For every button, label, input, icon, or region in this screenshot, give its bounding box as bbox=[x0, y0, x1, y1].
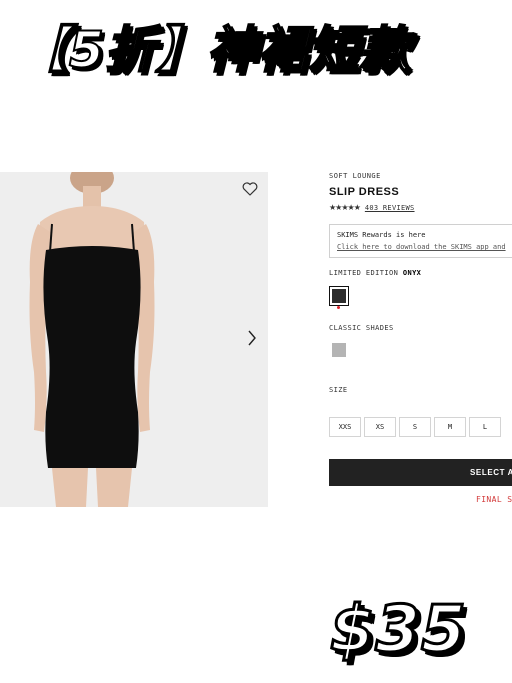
size-button-s[interactable]: S bbox=[399, 417, 431, 437]
size-options: XXS XS S M L bbox=[329, 417, 504, 437]
swatch-onyx[interactable] bbox=[329, 286, 349, 306]
collection-label[interactable]: SOFT LOUNGE bbox=[329, 172, 381, 180]
size-button-xxs[interactable]: XXS bbox=[329, 417, 361, 437]
selected-indicator-dot bbox=[337, 306, 340, 309]
swatch-onyx-fill bbox=[332, 289, 346, 303]
heart-icon[interactable] bbox=[242, 182, 258, 196]
rewards-banner[interactable]: SKIMS Rewards is here Click here to down… bbox=[329, 224, 512, 258]
rating: ★★★★★ 403 REVIEWS bbox=[329, 203, 415, 212]
select-size-button[interactable]: SELECT A bbox=[329, 459, 512, 486]
product-title: SLIP DRESS bbox=[329, 186, 400, 198]
star-rating-icon: ★★★★★ bbox=[329, 203, 361, 212]
model-figure bbox=[29, 172, 155, 507]
swatch-classic-grey[interactable] bbox=[332, 343, 346, 357]
size-button-m[interactable]: M bbox=[434, 417, 466, 437]
selected-color-name: ONYX bbox=[402, 269, 422, 277]
classic-shades-label: CLASSIC SHADES bbox=[329, 324, 394, 332]
product-image[interactable] bbox=[0, 172, 268, 507]
limited-edition-label: LIMITED EDITION ONYX bbox=[329, 269, 421, 277]
product-info-panel: SOFT LOUNGE SLIP DRESS ★★★★★ 403 REVIEWS… bbox=[329, 0, 512, 683]
size-label: SIZE bbox=[329, 386, 348, 394]
size-button-xs[interactable]: XS bbox=[364, 417, 396, 437]
size-button-l[interactable]: L bbox=[469, 417, 501, 437]
promo-price: $35 bbox=[329, 592, 468, 669]
limited-edition-text: LIMITED EDITION bbox=[329, 269, 399, 277]
reviews-link[interactable]: 403 REVIEWS bbox=[365, 204, 415, 212]
rewards-title: SKIMS Rewards is here bbox=[337, 231, 426, 239]
final-sale-notice: FINAL SA bbox=[476, 495, 512, 504]
rewards-download-link[interactable]: Click here to download the SKIMS app and bbox=[337, 243, 512, 251]
chevron-right-icon[interactable] bbox=[246, 329, 258, 347]
